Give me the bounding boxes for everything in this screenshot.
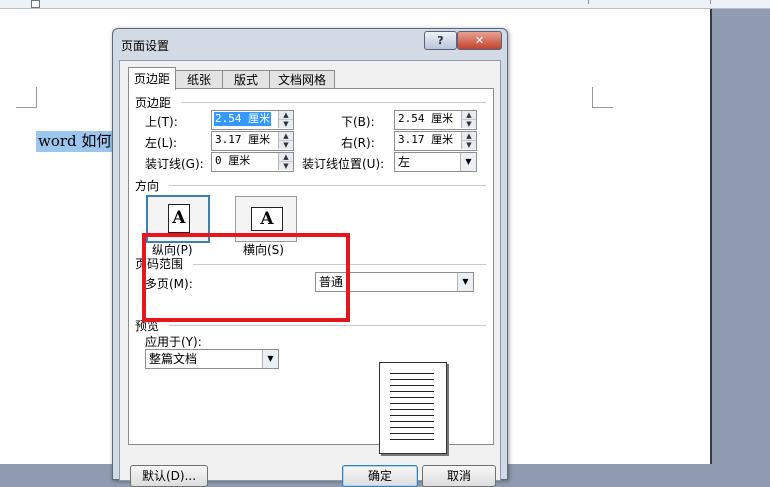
left-margin-spinner[interactable]: 3.17 厘米 ▲ ▼ (211, 131, 294, 151)
dialog-title: 页面设置 (121, 39, 170, 53)
help-button[interactable]: ? (424, 31, 457, 50)
preview-line (390, 421, 434, 422)
gutter-position-value: 左 (398, 155, 411, 169)
chevron-down-icon[interactable]: ▼ (262, 350, 278, 368)
ruler-tick (588, 0, 589, 4)
gutter-value[interactable]: 0 厘米 (214, 154, 251, 168)
spin-down-icon[interactable]: ▼ (278, 141, 293, 149)
spin-up-icon[interactable]: ▲ (278, 132, 293, 141)
portrait-page-icon: A (168, 204, 190, 233)
gutter-position-label: 装订线位置(U): (302, 157, 385, 171)
top-margin-spinner[interactable]: 2.54 厘米 ▲ ▼ (211, 110, 294, 130)
apply-to-value: 整篇文档 (149, 352, 198, 366)
right-margin-label: 右(R): (341, 136, 375, 150)
default-button[interactable]: 默认(D)... (130, 465, 208, 487)
crop-mark-top-left (16, 87, 37, 108)
page-preview (379, 362, 447, 454)
orientation-section-label: 方向 (135, 179, 160, 193)
tab-margins[interactable]: 页边距 (128, 67, 176, 90)
separator (169, 185, 486, 186)
selected-document-text[interactable]: word 如何 (36, 131, 114, 152)
bottom-margin-label: 下(B): (341, 115, 375, 129)
left-margin-value[interactable]: 3.17 厘米 (214, 133, 271, 147)
preview-line (390, 373, 434, 374)
spin-down-icon[interactable]: ▼ (461, 120, 476, 128)
apply-to-label: 应用于(Y): (145, 335, 202, 349)
bottom-margin-value[interactable]: 2.54 厘米 (397, 112, 454, 126)
gutter-position-select[interactable]: 左 ▼ (394, 152, 477, 172)
preview-line (390, 385, 434, 386)
spin-down-icon[interactable]: ▼ (278, 162, 293, 170)
right-margin-value[interactable]: 3.17 厘米 (397, 133, 454, 147)
tab-paper[interactable]: 纸张 (175, 70, 223, 89)
spin-down-icon[interactable]: ▼ (461, 141, 476, 149)
right-margin-spinner[interactable]: 3.17 厘米 ▲ ▼ (394, 131, 477, 151)
bottom-margin-spinner[interactable]: 2.54 厘米 ▲ ▼ (394, 110, 477, 130)
gutter-label: 装订线(G): (145, 157, 204, 171)
close-button[interactable]: ✕ (457, 31, 502, 50)
left-margin-label: 左(L): (145, 136, 178, 150)
spin-up-icon[interactable]: ▲ (461, 132, 476, 141)
margins-section-label: 页边距 (135, 96, 172, 110)
dialog-client-area: 页边距 纸张 版式 文档网格 页边距 上(T): 2.54 厘米 ▲ ▼ 下(B… (119, 60, 501, 487)
preview-line (390, 427, 434, 428)
chevron-down-icon[interactable]: ▼ (460, 153, 476, 171)
apply-to-select[interactable]: 整篇文档 ▼ (145, 349, 279, 369)
ok-button[interactable]: 确定 (342, 465, 418, 487)
separator (181, 102, 486, 103)
tab-document-grid[interactable]: 文档网格 (269, 70, 335, 89)
dialog-titlebar[interactable]: 页面设置 ? ✕ (113, 29, 507, 59)
top-margin-value[interactable]: 2.54 厘米 (214, 112, 272, 126)
top-margin-label: 上(T): (145, 115, 178, 129)
preview-line (390, 415, 434, 416)
crop-mark-top-right (592, 87, 613, 108)
landscape-page-icon: A (251, 207, 283, 231)
preview-line (390, 409, 434, 410)
spin-down-icon[interactable]: ▼ (278, 120, 293, 128)
page-setup-dialog: 页面设置 ? ✕ 页边距 纸张 版式 文档网格 页边距 上(T): 2.54 厘… (112, 28, 508, 487)
spin-up-icon[interactable]: ▲ (278, 153, 293, 162)
chevron-down-icon[interactable]: ▼ (457, 273, 473, 291)
tab-layout[interactable]: 版式 (222, 70, 270, 89)
preview-line (390, 403, 434, 404)
preview-line (390, 391, 434, 392)
spin-up-icon[interactable]: ▲ (461, 111, 476, 120)
separator (169, 325, 486, 326)
ruler-tick (710, 0, 711, 4)
top-ruler (0, 0, 770, 9)
preview-line (390, 433, 434, 434)
spin-up-icon[interactable]: ▲ (278, 111, 293, 120)
annotation-highlight-box (142, 233, 350, 322)
preview-line (390, 379, 434, 380)
gutter-spinner[interactable]: 0 厘米 ▲ ▼ (211, 152, 294, 172)
cancel-button[interactable]: 取消 (422, 465, 496, 487)
preview-line (390, 439, 434, 440)
ruler-indent-marker[interactable] (31, 0, 40, 8)
preview-line (390, 397, 434, 398)
